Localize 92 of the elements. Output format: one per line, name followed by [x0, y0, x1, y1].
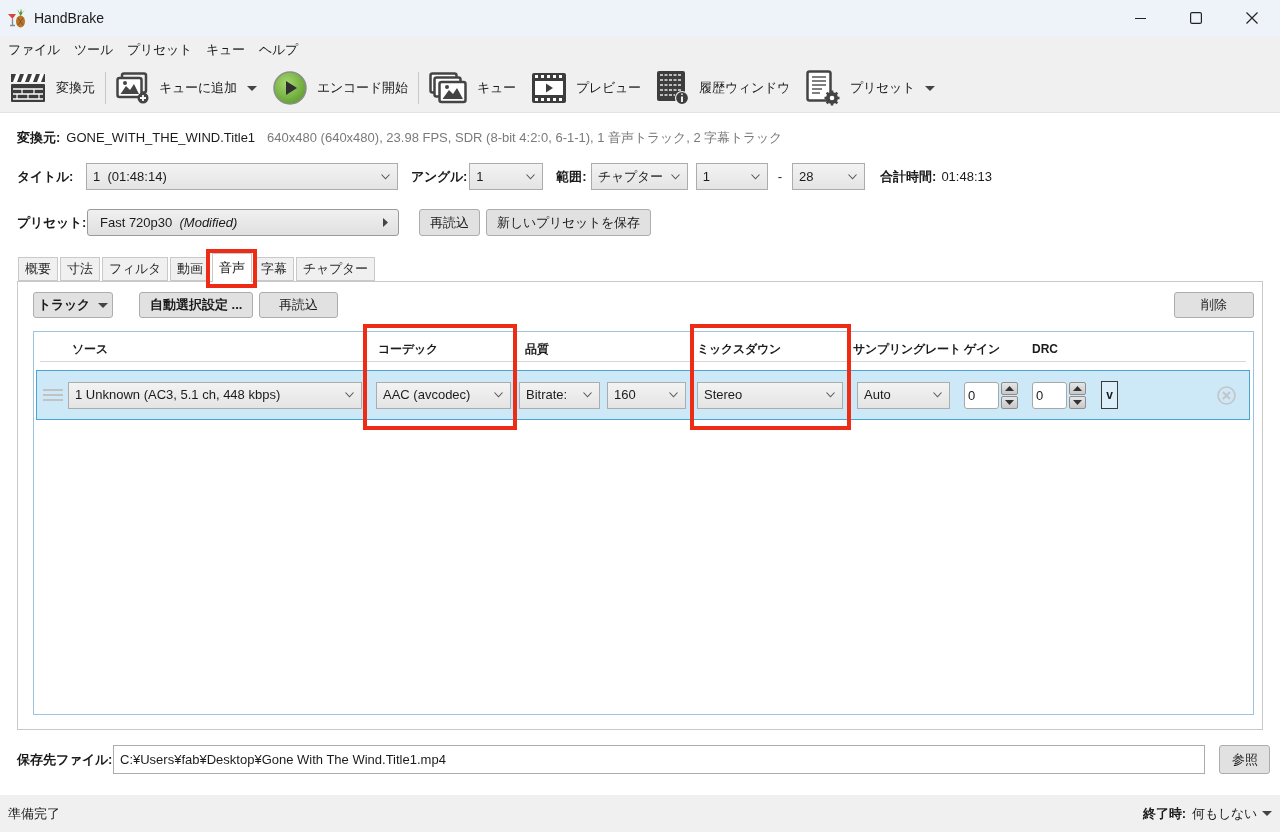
reload-tracks-button[interactable]: 再読込	[259, 292, 339, 318]
chevron-down-icon	[670, 173, 680, 180]
range-mode-dropdown[interactable]: チャプター	[590, 163, 688, 190]
up-triangle-icon	[1073, 385, 1082, 391]
range-label: 範囲:	[556, 167, 587, 186]
play-circle-icon	[273, 71, 307, 105]
when-done-label: 終了時:	[1142, 804, 1186, 823]
preset-selector[interactable]: Fast 720p30 (Modified)	[87, 209, 399, 236]
column-header: ゲイン	[964, 340, 1000, 358]
browse-button[interactable]: 参照	[1219, 745, 1270, 774]
film-play-icon	[532, 73, 566, 103]
mixdown-dropdown[interactable]: Stereo	[697, 381, 843, 409]
chevron-down-icon	[526, 173, 536, 180]
auto-select-button[interactable]: 自動選択設定 ...	[139, 292, 254, 318]
menu-item[interactable]: ファイル	[8, 40, 60, 60]
column-header: DRC	[1032, 340, 1058, 358]
maximize-icon	[1190, 12, 1202, 24]
column-header: 品質	[525, 340, 549, 358]
tab[interactable]: 寸法	[60, 257, 100, 281]
tab[interactable]: 概要	[18, 257, 58, 281]
expand-button[interactable]: v	[1101, 381, 1118, 409]
chevron-down-icon	[848, 173, 858, 180]
preset-label: プリセット:	[17, 213, 87, 232]
toolbar-button[interactable]: 変換元	[8, 68, 97, 108]
down-triangle-icon	[1005, 399, 1014, 405]
tab[interactable]: 字幕	[254, 257, 294, 281]
source-name: GONE_WITH_THE_WIND.Title1	[66, 129, 256, 148]
chevron-down-icon	[381, 173, 390, 180]
track-menu-button[interactable]: トラック	[33, 292, 113, 318]
menu-item[interactable]: プリセット	[127, 40, 192, 60]
chevron-down-icon	[494, 392, 503, 398]
duration-value: 01:48:13	[941, 167, 992, 186]
column-header: ミックスダウン	[697, 340, 781, 358]
log-window-icon	[657, 71, 689, 105]
chevron-down-icon	[933, 392, 942, 398]
toolbar-button[interactable]: エンコード開始	[271, 68, 410, 108]
duration-label: 合計時間:	[880, 167, 937, 186]
toolbar-button[interactable]: プレビュー	[530, 68, 643, 108]
drc-input[interactable]: 0	[1032, 381, 1067, 409]
destination-label: 保存先ファイル:	[17, 750, 113, 769]
source-dropdown[interactable]: 1 Unknown (AC3, 5.1 ch, 448 kbps)	[68, 381, 362, 409]
chevron-down-icon	[750, 173, 760, 180]
range-start-dropdown[interactable]: 1	[695, 163, 768, 190]
app-logo-icon	[7, 8, 27, 28]
chevron-down-icon	[669, 392, 678, 398]
chevron-down-icon	[345, 392, 354, 398]
gain-input[interactable]: 0	[964, 381, 999, 409]
menu-item[interactable]: キュー	[206, 40, 245, 60]
column-header: ソース	[72, 340, 108, 358]
status-text: 準備完了	[8, 804, 60, 823]
toolbar-button[interactable]: プリセット	[804, 68, 937, 108]
quality-mode-dropdown[interactable]: Bitrate:	[519, 381, 600, 409]
save-preset-button[interactable]: 新しいプリセットを保存	[486, 209, 651, 236]
caret-down-icon	[1262, 811, 1272, 816]
chevron-down-icon	[826, 392, 835, 398]
toolbar-button[interactable]: 履歴ウィンドウ	[655, 68, 792, 108]
column-header: サンプリングレート	[853, 340, 961, 358]
close-icon	[1246, 12, 1258, 24]
angle-dropdown[interactable]: 1	[469, 163, 544, 190]
up-triangle-icon	[1005, 385, 1014, 391]
menu-item[interactable]: ツール	[74, 40, 113, 60]
stacked-pictures-icon	[429, 72, 467, 104]
toolbar-button[interactable]: キューに追加	[114, 68, 259, 108]
range-end-dropdown[interactable]: 28	[792, 163, 866, 190]
down-triangle-icon	[1073, 399, 1082, 405]
samplerate-dropdown[interactable]: Auto	[857, 381, 950, 409]
angle-label: アングル:	[411, 167, 468, 186]
remove-button[interactable]: 削除	[1174, 292, 1254, 318]
codec-dropdown[interactable]: AAC (avcodec)	[376, 381, 511, 409]
tab[interactable]: チャプター	[296, 257, 375, 281]
minimize-icon	[1134, 17, 1146, 19]
range-separator: -	[777, 167, 783, 186]
caret-down-icon	[98, 302, 108, 308]
picture-plus-icon	[116, 72, 149, 104]
column-header: コーデック	[378, 340, 438, 358]
reload-preset-button[interactable]: 再読込	[419, 209, 480, 236]
tab[interactable]: フィルタ	[102, 257, 168, 281]
source-info: 640x480 (640x480), 23.98 FPS, SDR (8-bit 4:2:0, 6-1-1), 1 音声トラック, 2 字幕トラック	[267, 129, 783, 148]
quality-value-dropdown[interactable]: 160	[607, 381, 686, 409]
drag-handle-icon	[43, 389, 63, 401]
when-done-dropdown[interactable]: 何もしない	[1192, 803, 1272, 824]
window-title: HandBrake	[34, 8, 105, 28]
title-dropdown[interactable]: 1 (01:48:14)	[86, 163, 398, 190]
chevron-down-icon	[583, 392, 592, 398]
toolbar-button[interactable]: キュー	[427, 68, 518, 108]
right-triangle-icon	[383, 218, 388, 227]
source-label: 変換元:	[17, 129, 61, 148]
clapperboard-icon	[10, 73, 46, 103]
title-label: タイトル:	[17, 167, 75, 186]
document-gear-icon	[806, 70, 840, 106]
destination-path-field[interactable]: C:¥Users¥fab¥Desktop¥Gone With The Wind.Title1.mp4	[113, 745, 1205, 774]
menu-item[interactable]: ヘルプ	[259, 40, 298, 60]
